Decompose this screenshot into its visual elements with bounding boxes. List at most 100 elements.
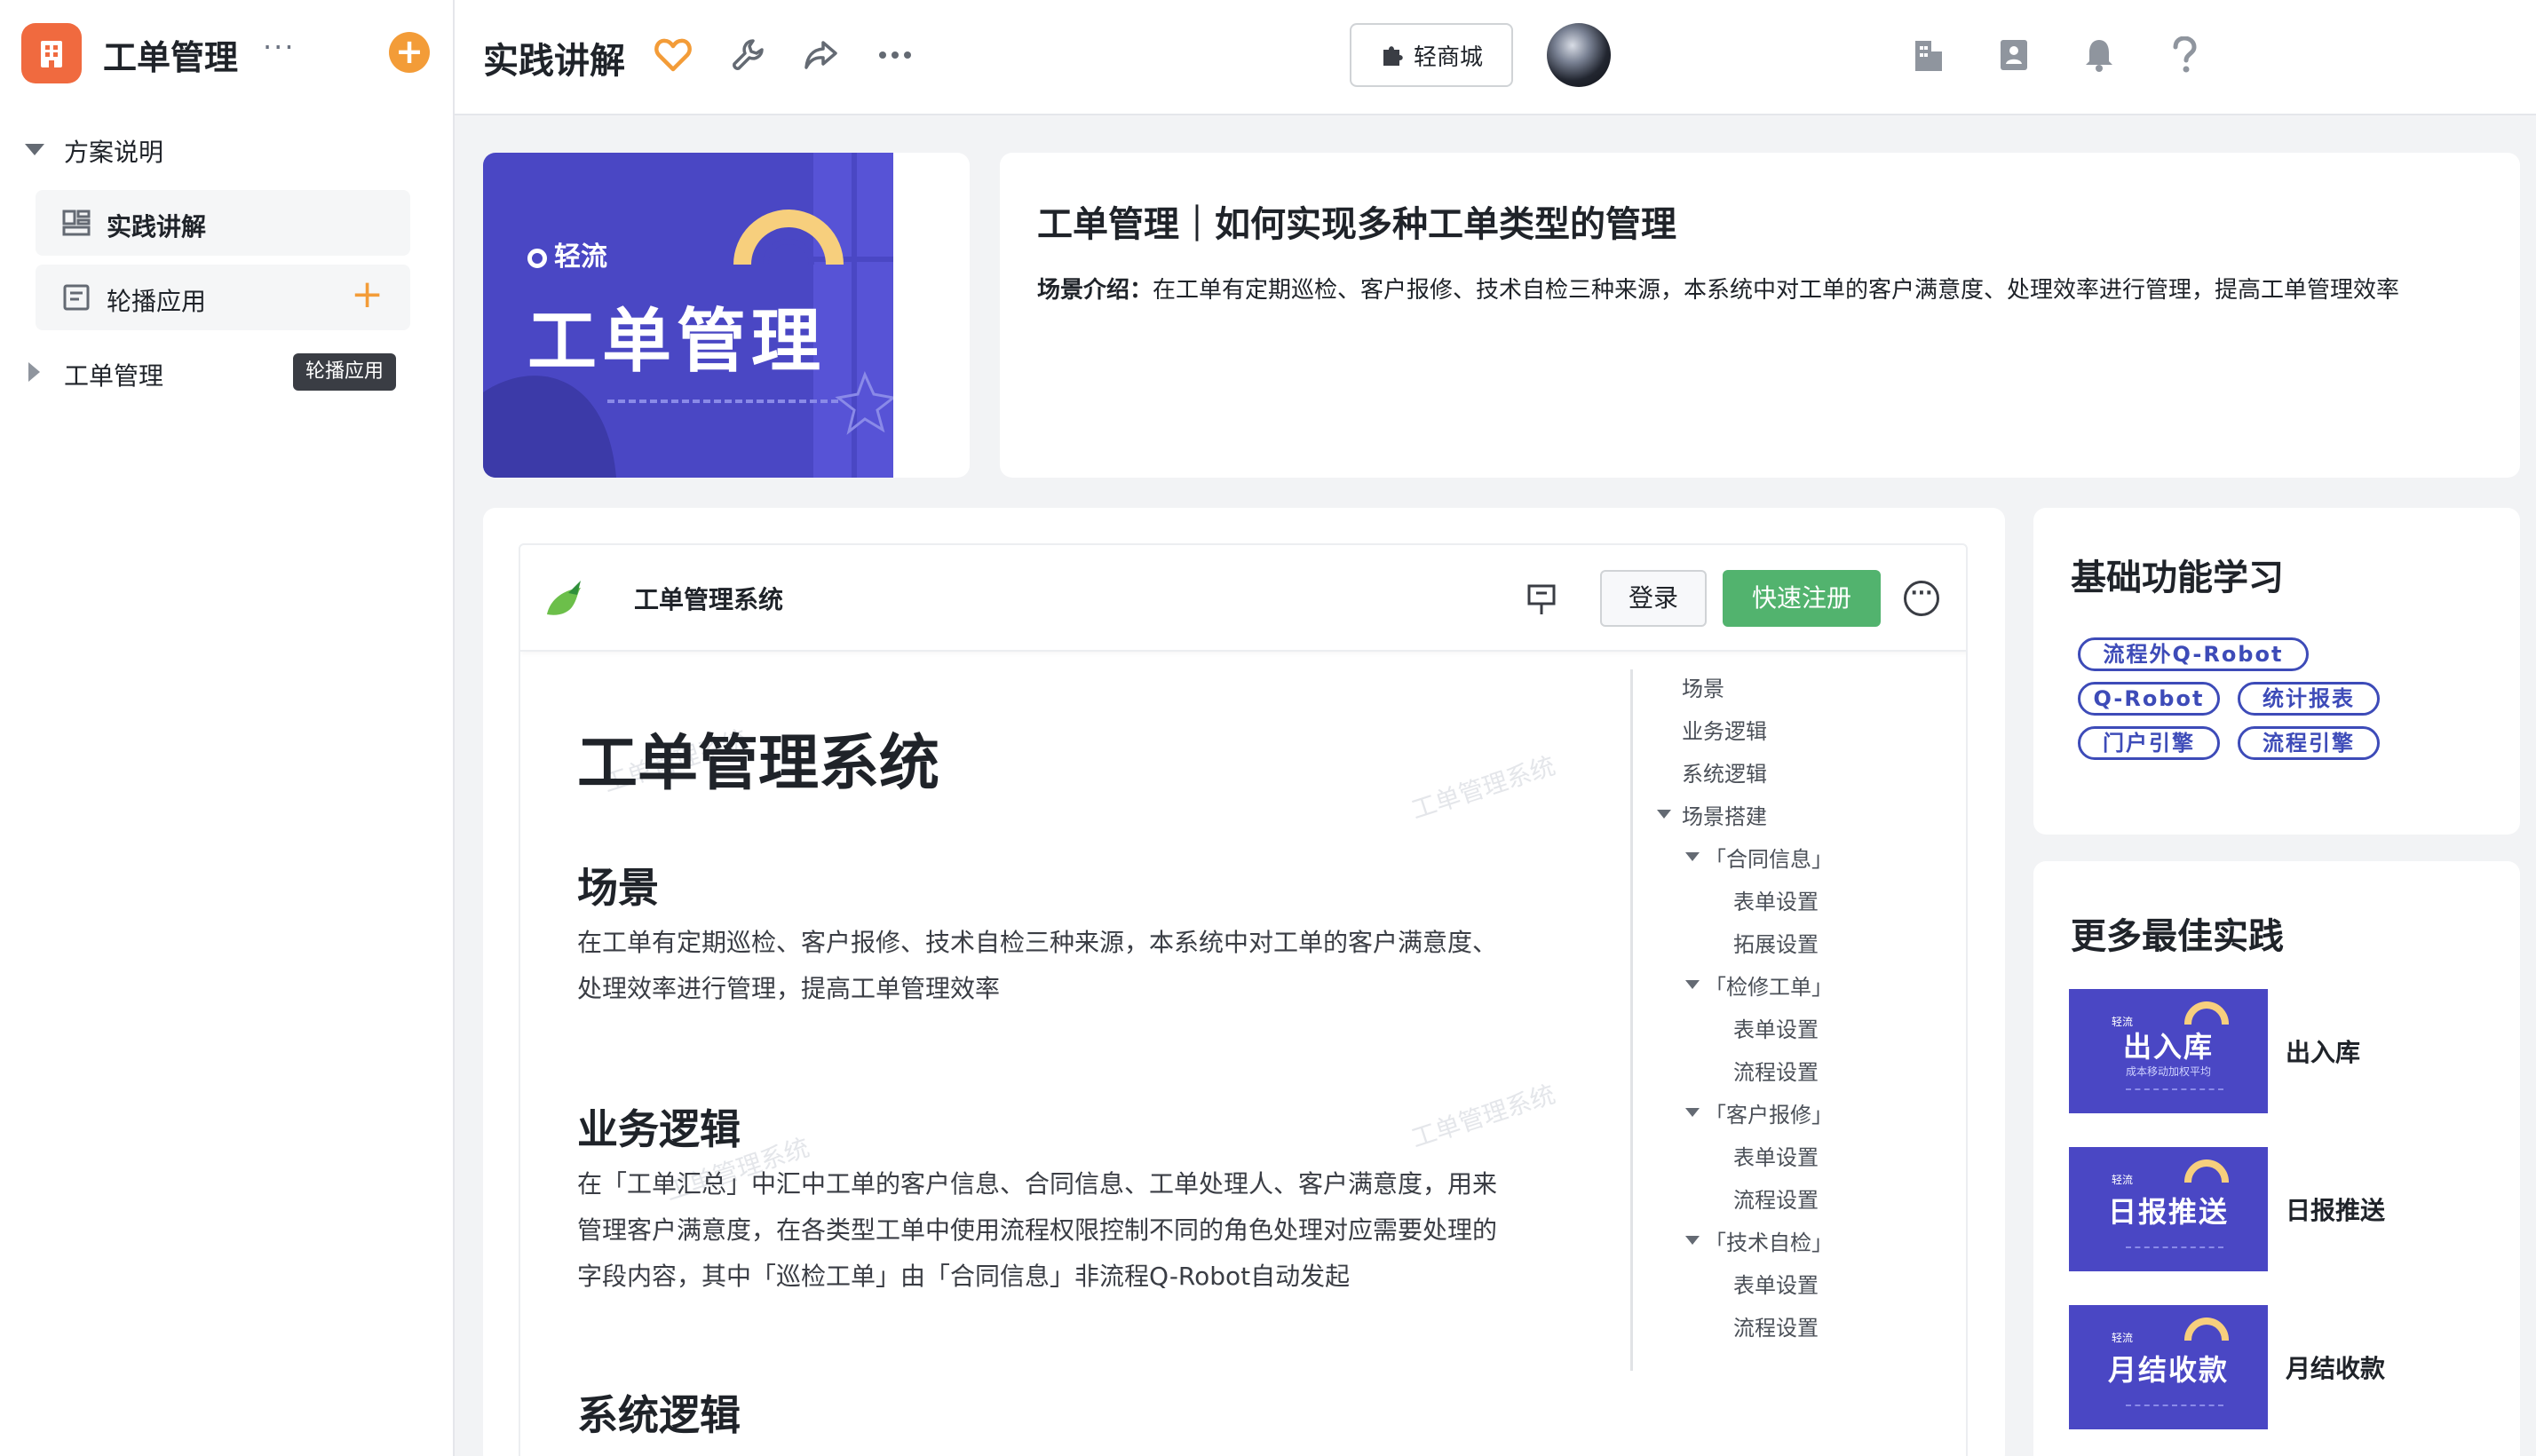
toc-item[interactable]: 「检修工单」 [1705,969,1833,1001]
thumb-dash [2126,1405,2223,1406]
section-heading: 业务逻辑 [577,1105,741,1153]
bell-icon[interactable] [2078,34,2120,76]
thumb-dash [2126,1088,2223,1090]
section-text: 在工单有定期巡检、客户报修、技术自检三种来源，本系统中对工单的客户满意度、处理效… [577,928,1498,1003]
tag-reports[interactable]: 统计报表 [2238,682,2380,716]
wrench-icon[interactable] [726,34,769,76]
banner-title: 工单管理 [527,302,827,382]
more-circle-icon[interactable]: ··· [1904,581,1939,616]
practice-label[interactable]: 日报推送 [2286,1191,2385,1227]
table-of-contents: 场景 业务逻辑 系统逻辑 场景搭建 「合同信息」 表单设置 拓展设置 「检修工单… [1630,653,1966,1456]
caret-down-icon[interactable] [1657,810,1671,819]
app-header: 工单管理 ··· + [0,0,453,107]
login-button[interactable]: 登录 [1600,570,1707,627]
toc-item[interactable]: 「技术自检」 [1705,1225,1833,1256]
tag-portal[interactable]: 门户引擎 [2078,726,2220,760]
arch-decoration [2184,1318,2229,1341]
toc-item[interactable]: 表单设置 [1733,1012,1819,1043]
sidebar-item-carousel[interactable]: 轮播应用 + [36,265,410,330]
more-icon[interactable] [874,34,916,76]
caret-right-icon [28,362,40,382]
banner-dash [607,400,838,403]
sidebar-item-practice[interactable]: 实践讲解 [36,190,410,256]
intro-body: 在工单有定期巡检、客户报修、技术自检三种来源，本系统中对工单的客户满意度、处理效… [1153,277,2400,304]
add-icon[interactable]: + [351,275,384,314]
thumb-title: 出入库 [2122,1030,2214,1064]
embedded-app-frame[interactable]: 工单管理系统 登录 快速注册 ··· 工单管理系统 工单管理系统 工单管理系统 … [519,543,1968,1456]
intro-card: 工单管理｜如何实现多种工单类型的管理 场景介绍：在工单有定期巡检、客户报修、技术… [1000,153,2520,478]
tooltip: 轮播应用 [293,353,397,391]
contacts-icon[interactable] [1993,34,2035,76]
practice-thumbnail[interactable]: 轻流 出入库 成本移动加权平均 [2069,989,2268,1113]
solution-banner: 轻流 工单管理 [483,153,970,478]
embedded-app-card: 工单管理系统 登录 快速注册 ··· 工单管理系统 工单管理系统 工单管理系统 … [483,508,2005,1456]
basic-learning-card: 基础功能学习 流程外Q-Robot Q-Robot 统计报表 门户引擎 流程引擎 [2033,508,2520,835]
organization-icon[interactable] [1907,34,1950,76]
toc-item[interactable]: 表单设置 [1733,1268,1819,1299]
document-body: 工单管理系统 工单管理系统 工单管理系统 工单管理系统 工单管理系统 场景 在工… [520,653,1630,1456]
toc-item[interactable]: 流程设置 [1733,1310,1819,1341]
toc-item[interactable]: 流程设置 [1733,1055,1819,1086]
thumb-logo: 轻流 [2112,1332,2134,1344]
share-icon[interactable] [799,34,842,76]
toc-item[interactable]: 表单设置 [1733,884,1819,915]
toc-item[interactable]: 拓展设置 [1733,927,1819,958]
presentation-icon[interactable] [1524,581,1563,620]
document-title: 工单管理系统 [577,729,940,799]
toc-item[interactable]: 表单设置 [1733,1140,1819,1171]
tag-process[interactable]: 流程引擎 [2238,726,2380,760]
caret-down-icon[interactable] [1685,1108,1700,1117]
page-title: 实践讲解 [483,41,625,82]
watermark: 工单管理系统 [1407,750,1559,826]
section-heading: 场景 [577,864,659,912]
thumb-title: 月结收款 [2107,1353,2229,1387]
embedded-app-name: 工单管理系统 [634,585,784,614]
signup-button[interactable]: 快速注册 [1723,570,1881,627]
practice-thumbnail[interactable]: 轻流 月结收款 [2069,1305,2268,1429]
app-building-icon[interactable] [21,23,82,83]
sidebar: 工单管理 ··· + 方案说明 实践讲解 轮播应用 + 工单管理 轮播应用 [0,0,455,1456]
practice-label[interactable]: 出入库 [2286,1033,2360,1069]
store-button[interactable]: 轻商城 [1350,23,1513,87]
caret-down-icon [25,144,44,155]
store-label: 轻商城 [1413,44,1483,71]
thumb-dash [2126,1246,2223,1248]
arch-decoration [2184,1001,2229,1025]
arch-decoration [2184,1159,2229,1183]
more-practices-card: 更多最佳实践 轻流 出入库 成本移动加权平均 出入库 轻流 日报推送 日报推送 … [2033,861,2520,1456]
avatar[interactable] [1547,23,1611,87]
q-logo-icon [527,248,547,268]
toc-item[interactable]: 业务逻辑 [1682,714,1767,745]
nav-group-label: 工单管理 [64,361,164,391]
tag-robot-outside[interactable]: 流程外Q-Robot [2078,637,2309,671]
toc-item[interactable]: 场景 [1682,671,1724,702]
form-icon [63,284,90,311]
nav-group-solution[interactable]: 方案说明 [0,117,453,179]
practice-label[interactable]: 月结收款 [2286,1349,2385,1385]
card-title: 基础功能学习 [2071,558,2284,598]
thumb-subtitle: 成本移动加权平均 [2125,1065,2211,1078]
toc-item[interactable]: 「合同信息」 [1705,842,1833,873]
toc-divider [1630,669,1633,1371]
toc-item[interactable]: 流程设置 [1733,1183,1819,1214]
card-title: 更多最佳实践 [2071,916,2284,957]
section-text: 在「工单汇总」中汇中工单的客户信息、合同信息、工单处理人、客户满意度，用来管理客… [577,1169,1498,1291]
app-more-icon[interactable]: ··· [263,30,296,64]
dashboard-icon [62,210,91,236]
toc-item[interactable]: 场景搭建 [1682,799,1767,830]
sidebar-item-label: 轮播应用 [107,287,207,316]
app-add-button[interactable]: + [389,32,430,73]
toc-item[interactable]: 系统逻辑 [1682,756,1767,787]
app-title: 工单管理 [103,38,239,77]
help-icon[interactable] [2163,34,2206,76]
caret-down-icon[interactable] [1685,1236,1700,1245]
caret-down-icon[interactable] [1685,980,1700,989]
practice-thumbnail[interactable]: 轻流 日报推送 [2069,1147,2268,1271]
caret-down-icon[interactable] [1685,852,1700,861]
thumb-logo: 轻流 [2112,1174,2134,1186]
section-heading: 系统逻辑 [577,1391,741,1439]
toc-item[interactable]: 「客户报修」 [1705,1097,1833,1128]
heart-icon[interactable] [652,34,694,76]
tag-robot[interactable]: Q-Robot [2078,682,2220,716]
intro-title: 工单管理｜如何实现多种工单类型的管理 [1037,204,1676,245]
